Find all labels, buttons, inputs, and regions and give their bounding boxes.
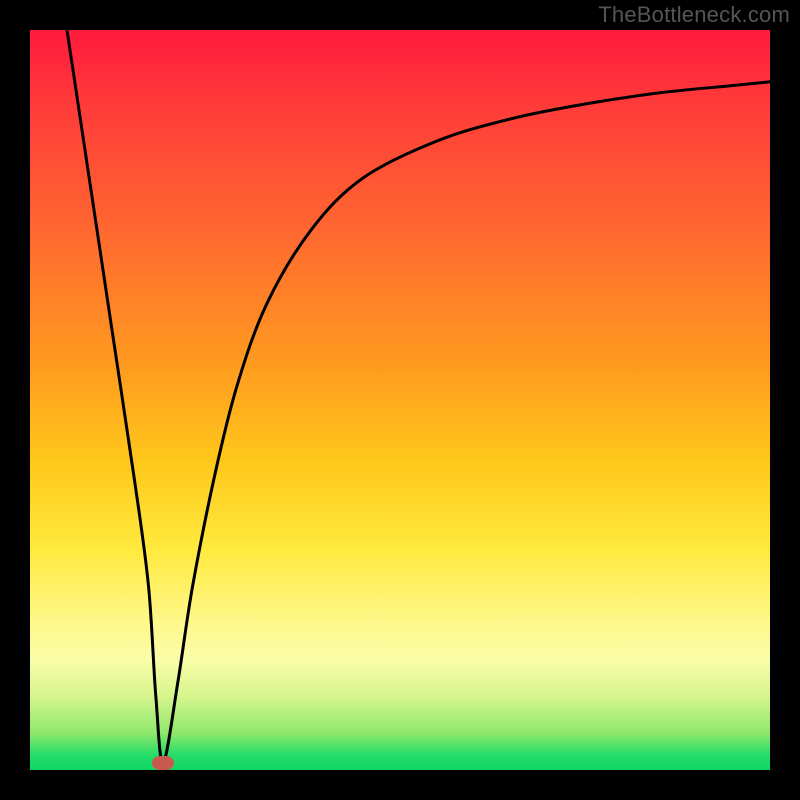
optimal-point-marker <box>152 756 174 770</box>
bottleneck-curve <box>30 30 770 770</box>
watermark-text: TheBottleneck.com <box>598 2 790 28</box>
chart-frame: TheBottleneck.com <box>0 0 800 800</box>
plot-area <box>30 30 770 770</box>
